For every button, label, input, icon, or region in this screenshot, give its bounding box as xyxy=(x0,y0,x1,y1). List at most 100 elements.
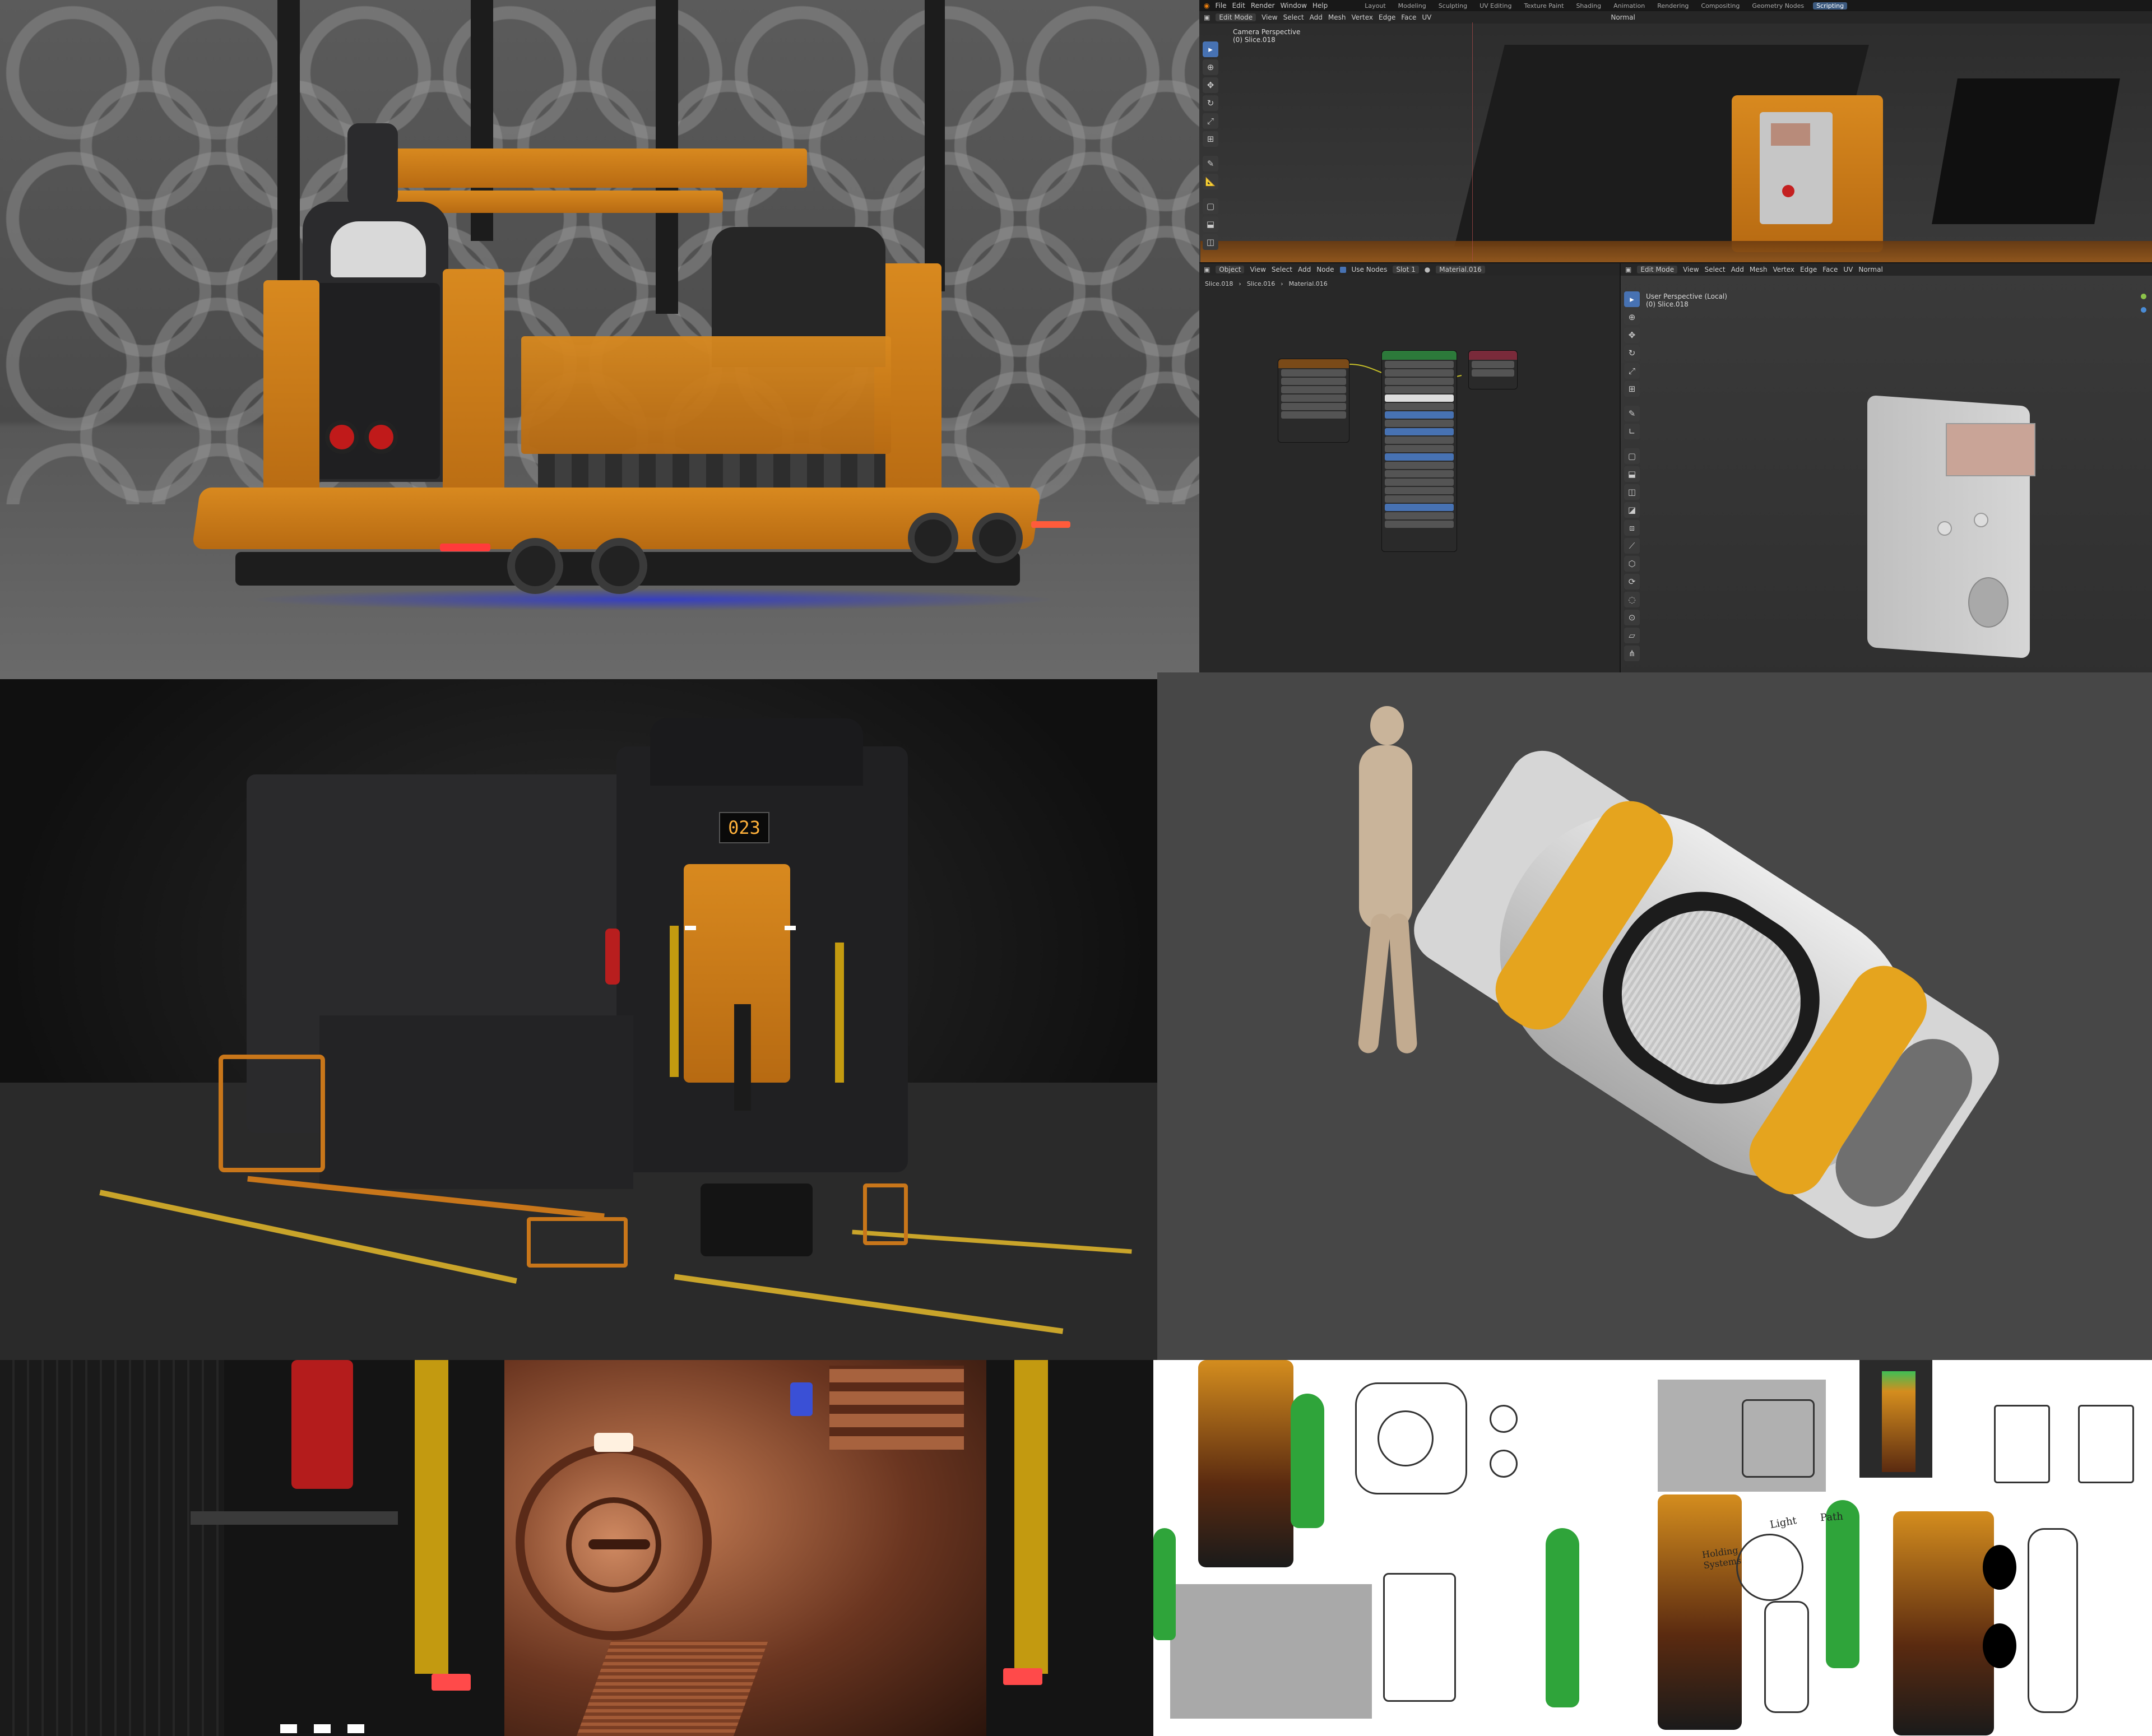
move-icon[interactable]: ✥ xyxy=(1203,77,1218,93)
menu-window[interactable]: Window xyxy=(1281,2,1307,10)
tab-compositing[interactable]: Compositing xyxy=(1698,2,1743,10)
menu-select[interactable]: Select xyxy=(1272,266,1292,273)
material-output-node[interactable] xyxy=(1468,350,1518,389)
tab-layout[interactable]: Layout xyxy=(1361,2,1389,10)
menu-face[interactable]: Face xyxy=(1401,13,1416,21)
menu-edge[interactable]: Edge xyxy=(1379,13,1395,21)
orientation-select[interactable]: Normal xyxy=(1611,13,1635,21)
loop-cut-icon[interactable]: ⧈ xyxy=(1624,520,1640,536)
menu-help[interactable]: Help xyxy=(1312,2,1328,10)
menu-node[interactable]: Node xyxy=(1316,266,1334,273)
material-name-field[interactable]: Material.016 xyxy=(1436,266,1485,273)
menu-edge[interactable]: Edge xyxy=(1800,266,1817,273)
editor-type-icon[interactable]: ▣ xyxy=(1204,13,1210,21)
measure-icon[interactable]: ∟ xyxy=(1624,424,1640,439)
tab-animation[interactable]: Animation xyxy=(1610,2,1648,10)
tab-uv-editing[interactable]: UV Editing xyxy=(1476,2,1515,10)
spin-icon[interactable]: ⟳ xyxy=(1624,574,1640,590)
cursor-icon[interactable]: ⊕ xyxy=(1624,309,1640,325)
cursor-icon[interactable]: ⊕ xyxy=(1203,59,1218,75)
viewport-bottom[interactable]: ▣ Edit Mode View Select Add Mesh Vertex … xyxy=(1620,262,2152,679)
rotate-icon[interactable]: ↻ xyxy=(1203,95,1218,111)
menu-uv[interactable]: UV xyxy=(1843,266,1853,273)
use-nodes-checkbox-icon[interactable] xyxy=(1339,266,1346,273)
menu-mesh[interactable]: Mesh xyxy=(1750,266,1768,273)
tab-texture-paint[interactable]: Texture Paint xyxy=(1520,2,1567,10)
slot-select[interactable]: Slot 1 xyxy=(1393,266,1419,273)
annotate-icon[interactable]: ✎ xyxy=(1203,156,1218,171)
editor-type-icon[interactable]: ▣ xyxy=(1204,266,1210,273)
material-sphere-icon: ● xyxy=(1424,266,1431,273)
render-machine-image: 023 xyxy=(0,679,1157,1360)
breadcrumb-material[interactable]: Material.016 xyxy=(1289,280,1328,287)
add-cube-icon[interactable]: ▢ xyxy=(1624,448,1640,464)
menu-vertex[interactable]: Vertex xyxy=(1351,13,1373,21)
menu-view[interactable]: View xyxy=(1683,266,1699,273)
navigation-gizmo[interactable] xyxy=(2136,291,2151,325)
transform-icon[interactable]: ⊞ xyxy=(1203,131,1218,147)
mode-select[interactable]: Edit Mode xyxy=(1637,266,1678,273)
transform-icon[interactable]: ⊞ xyxy=(1624,381,1640,397)
rip-icon[interactable]: ⋔ xyxy=(1624,646,1640,661)
shrink-icon[interactable]: ⊙ xyxy=(1624,610,1640,625)
knife-icon[interactable]: ⟋ xyxy=(1624,538,1640,554)
node-breadcrumb: Slice.018 › Slice.016 › Material.016 xyxy=(1205,280,1328,287)
viewport-top[interactable]: ▣ Edit Mode View Select Add Mesh Vertex … xyxy=(1199,11,2152,263)
select-box-icon[interactable]: ▸ xyxy=(1624,291,1640,307)
inset-icon[interactable]: ◫ xyxy=(1203,234,1218,250)
concept-sheet-image: Light Path Holding Systems xyxy=(1153,1360,2152,1736)
menu-select[interactable]: Select xyxy=(1283,13,1304,21)
add-cube-icon[interactable]: ▢ xyxy=(1203,198,1218,214)
bevel-icon[interactable]: ◪ xyxy=(1624,502,1640,518)
node-header xyxy=(1278,359,1349,368)
node-editor[interactable]: ▣ Object View Select Add Node Use Nodes … xyxy=(1199,262,1620,679)
tab-shading[interactable]: Shading xyxy=(1573,2,1604,10)
poly-build-icon[interactable]: ⬡ xyxy=(1624,556,1640,572)
breadcrumb-mesh[interactable]: Slice.016 xyxy=(1247,280,1275,287)
capsule-model xyxy=(1392,724,2021,1265)
menu-add[interactable]: Add xyxy=(1731,266,1744,273)
menu-view[interactable]: View xyxy=(1250,266,1265,273)
smooth-icon[interactable]: ◌ xyxy=(1624,592,1640,607)
annotate-icon[interactable]: ✎ xyxy=(1624,406,1640,421)
node-header xyxy=(1469,351,1517,360)
menu-vertex[interactable]: Vertex xyxy=(1773,266,1794,273)
orientation-select[interactable]: Normal xyxy=(1858,266,1882,273)
move-icon[interactable]: ✥ xyxy=(1624,327,1640,343)
menu-select[interactable]: Select xyxy=(1705,266,1726,273)
menu-face[interactable]: Face xyxy=(1822,266,1838,273)
menu-add[interactable]: Add xyxy=(1298,266,1311,273)
tab-geometry-nodes[interactable]: Geometry Nodes xyxy=(1748,2,1807,10)
image-texture-node[interactable] xyxy=(1278,359,1349,443)
tab-rendering[interactable]: Rendering xyxy=(1654,2,1692,10)
menu-render[interactable]: Render xyxy=(1251,2,1275,10)
render-interior-image xyxy=(0,1360,1153,1736)
extrude-icon[interactable]: ⬓ xyxy=(1624,466,1640,482)
scale-icon[interactable]: ⤢ xyxy=(1203,113,1218,129)
menu-file[interactable]: File xyxy=(1215,2,1226,10)
node-header xyxy=(1382,351,1457,360)
tab-sculpting[interactable]: Sculpting xyxy=(1435,2,1471,10)
scale-icon[interactable]: ⤢ xyxy=(1624,363,1640,379)
tab-scripting[interactable]: Scripting xyxy=(1813,2,1848,10)
topbar: ◉ File Edit Render Window Help Layout Mo… xyxy=(1199,0,2152,11)
shear-icon[interactable]: ▱ xyxy=(1624,628,1640,643)
principled-bsdf-node[interactable] xyxy=(1381,350,1457,552)
menu-add[interactable]: Add xyxy=(1310,13,1323,21)
menu-uv[interactable]: UV xyxy=(1422,13,1431,21)
select-box-icon[interactable]: ▸ xyxy=(1203,41,1218,57)
breadcrumb-object[interactable]: Slice.018 xyxy=(1205,280,1233,287)
blender-logo-icon[interactable]: ◉ xyxy=(1204,2,1209,10)
mode-select[interactable]: Edit Mode xyxy=(1216,13,1256,21)
menu-view[interactable]: View xyxy=(1261,13,1277,21)
menu-mesh[interactable]: Mesh xyxy=(1328,13,1346,21)
menu-edit[interactable]: Edit xyxy=(1232,2,1245,10)
object-mode-select[interactable]: Object xyxy=(1216,266,1245,273)
tab-modeling[interactable]: Modeling xyxy=(1395,2,1430,10)
measure-icon[interactable]: 📐 xyxy=(1203,174,1218,189)
editor-type-icon[interactable]: ▣ xyxy=(1625,266,1631,273)
rotate-icon[interactable]: ↻ xyxy=(1624,345,1640,361)
breadcrumb-separator-icon: › xyxy=(1239,280,1241,287)
inset-icon[interactable]: ◫ xyxy=(1624,484,1640,500)
extrude-icon[interactable]: ⬓ xyxy=(1203,216,1218,232)
